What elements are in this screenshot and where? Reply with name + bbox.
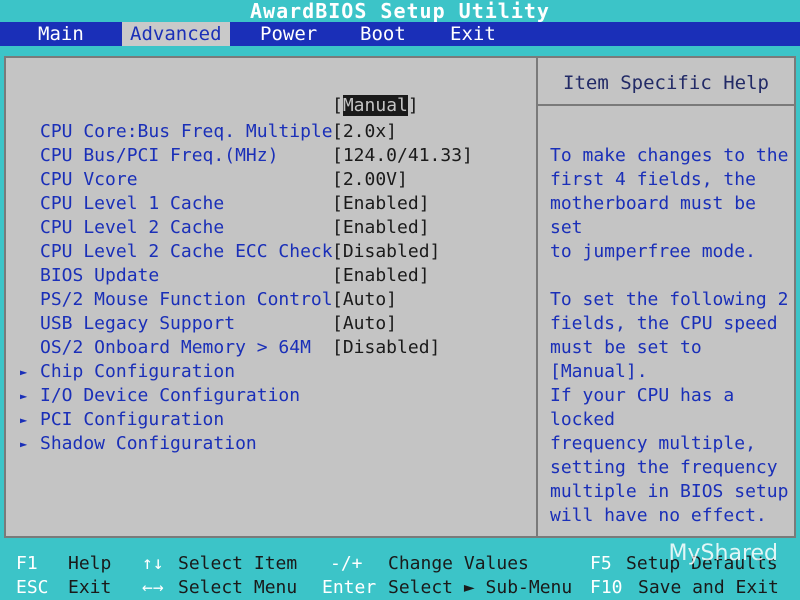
menu-bar: Main Advanced Power Boot Exit	[0, 22, 800, 46]
submenu-arrow-icon: ►	[20, 413, 28, 427]
menu-advanced[interactable]: Advanced	[122, 22, 230, 46]
submenu-label: Shadow Configuration	[40, 433, 257, 454]
setting-row[interactable]: OS/2 Onboard Memory > 64M [Disabled]	[40, 336, 530, 360]
key-desc: Save and Exit	[638, 577, 779, 598]
setting-label: CPU Core:Bus Freq. Multiple	[40, 121, 333, 142]
key-desc: Help	[68, 553, 112, 574]
setting-label: CPU Bus/PCI Freq.(MHz)	[40, 145, 279, 166]
help-paragraph: To set the following 2 fields, the CPU s…	[550, 289, 789, 526]
setting-value[interactable]: [2.0x]	[332, 120, 397, 144]
setting-value[interactable]: [124.0/41.33]	[332, 144, 473, 168]
key-label: -/+	[330, 553, 363, 574]
submenu-io-device-configuration[interactable]: ► I/O Device Configuration	[20, 384, 530, 408]
setting-label: USB Legacy Support	[40, 313, 236, 334]
help-title: Item Specific Help	[538, 58, 794, 106]
key-desc: Exit	[68, 577, 112, 598]
setting-value[interactable]: [Enabled]	[332, 216, 430, 240]
setting-value[interactable]: [Enabled]	[332, 264, 430, 288]
key-label: ESC	[16, 577, 49, 598]
submenu-arrow-icon: ►	[20, 365, 28, 379]
key-desc: Select Item	[178, 553, 298, 574]
setting-row[interactable]: BIOS Update [Enabled]	[40, 264, 530, 288]
key-desc: Change Values	[388, 553, 529, 574]
setting-label: CPU Vcore	[40, 169, 138, 190]
help-text: To make changes to the first 4 fields, t…	[550, 144, 790, 552]
setting-value[interactable]: [Disabled]	[332, 240, 440, 264]
setting-label: CPU Level 1 Cache	[40, 193, 225, 214]
key-label: ↑↓	[142, 553, 164, 574]
setting-label: CPU Level 2 Cache ECC Check	[40, 241, 333, 262]
submenu-label: I/O Device Configuration	[40, 385, 301, 406]
help-panel: Item Specific Help To make changes to th…	[536, 58, 794, 536]
setting-row[interactable]: CPU Core:Bus Freq. Multiple [2.0x]	[40, 120, 530, 144]
setting-row[interactable]: USB Legacy Support [Auto]	[40, 312, 530, 336]
setting-row[interactable]: CPU Level 1 Cache [Enabled]	[40, 192, 530, 216]
help-paragraph: To make changes to the first 4 fields, t…	[550, 145, 789, 262]
submenu-arrow-icon: ►	[20, 389, 28, 403]
submenu-pci-configuration[interactable]: ► PCI Configuration	[20, 408, 530, 432]
key-desc: Select Menu	[178, 577, 298, 598]
setting-row[interactable]: PS/2 Mouse Function Control [Auto]	[40, 288, 530, 312]
setting-value[interactable]: [Disabled]	[332, 336, 440, 360]
key-label: ←→	[142, 577, 164, 598]
key-help-row: ESC Exit ←→ Select Menu Enter Select ► S…	[0, 576, 800, 600]
setting-label: BIOS Update	[40, 265, 160, 286]
setting-value[interactable]: [Auto]	[332, 312, 397, 336]
menu-exit[interactable]: Exit	[442, 22, 504, 46]
selected-highlight: Manual	[342, 95, 408, 116]
settings-list: [Manual] CPU Core:Bus Freq. Multiple [2.…	[6, 58, 534, 536]
multiplier-mode-row[interactable]: [Manual]	[40, 94, 530, 118]
menu-boot[interactable]: Boot	[352, 22, 414, 46]
submenu-label: Chip Configuration	[40, 361, 236, 382]
setting-label: CPU Level 2 Cache	[40, 217, 225, 238]
setting-value[interactable]: [Auto]	[332, 288, 397, 312]
key-label: Enter	[322, 577, 377, 598]
setting-label: PS/2 Mouse Function Control	[40, 289, 333, 310]
submenu-label: PCI Configuration	[40, 409, 225, 430]
submenu-shadow-configuration[interactable]: ► Shadow Configuration	[20, 432, 530, 456]
key-label: F5	[590, 553, 612, 574]
bios-title: AwardBIOS Setup Utility	[0, 0, 800, 22]
multiplier-mode-value[interactable]: [Manual]	[332, 94, 419, 118]
submenu-arrow-icon: ►	[20, 437, 28, 451]
menu-power[interactable]: Power	[252, 22, 325, 46]
setting-row[interactable]: CPU Bus/PCI Freq.(MHz) [124.0/41.33]	[40, 144, 530, 168]
setting-label: OS/2 Onboard Memory > 64M	[40, 337, 311, 358]
setting-row[interactable]: CPU Level 2 Cache ECC Check [Disabled]	[40, 240, 530, 264]
key-label: F10	[590, 577, 623, 598]
setting-row[interactable]: CPU Vcore [2.00V]	[40, 168, 530, 192]
settings-panel: [Manual] CPU Core:Bus Freq. Multiple [2.…	[4, 56, 796, 538]
menu-main[interactable]: Main	[30, 22, 92, 46]
setting-value[interactable]: [2.00V]	[332, 168, 408, 192]
setting-row[interactable]: CPU Level 2 Cache [Enabled]	[40, 216, 530, 240]
key-desc: Select ► Sub-Menu	[388, 577, 573, 598]
submenu-chip-configuration[interactable]: ► Chip Configuration	[20, 360, 530, 384]
watermark-logo: MyShared	[668, 541, 778, 566]
key-label: F1	[16, 553, 38, 574]
setting-value[interactable]: [Enabled]	[332, 192, 430, 216]
